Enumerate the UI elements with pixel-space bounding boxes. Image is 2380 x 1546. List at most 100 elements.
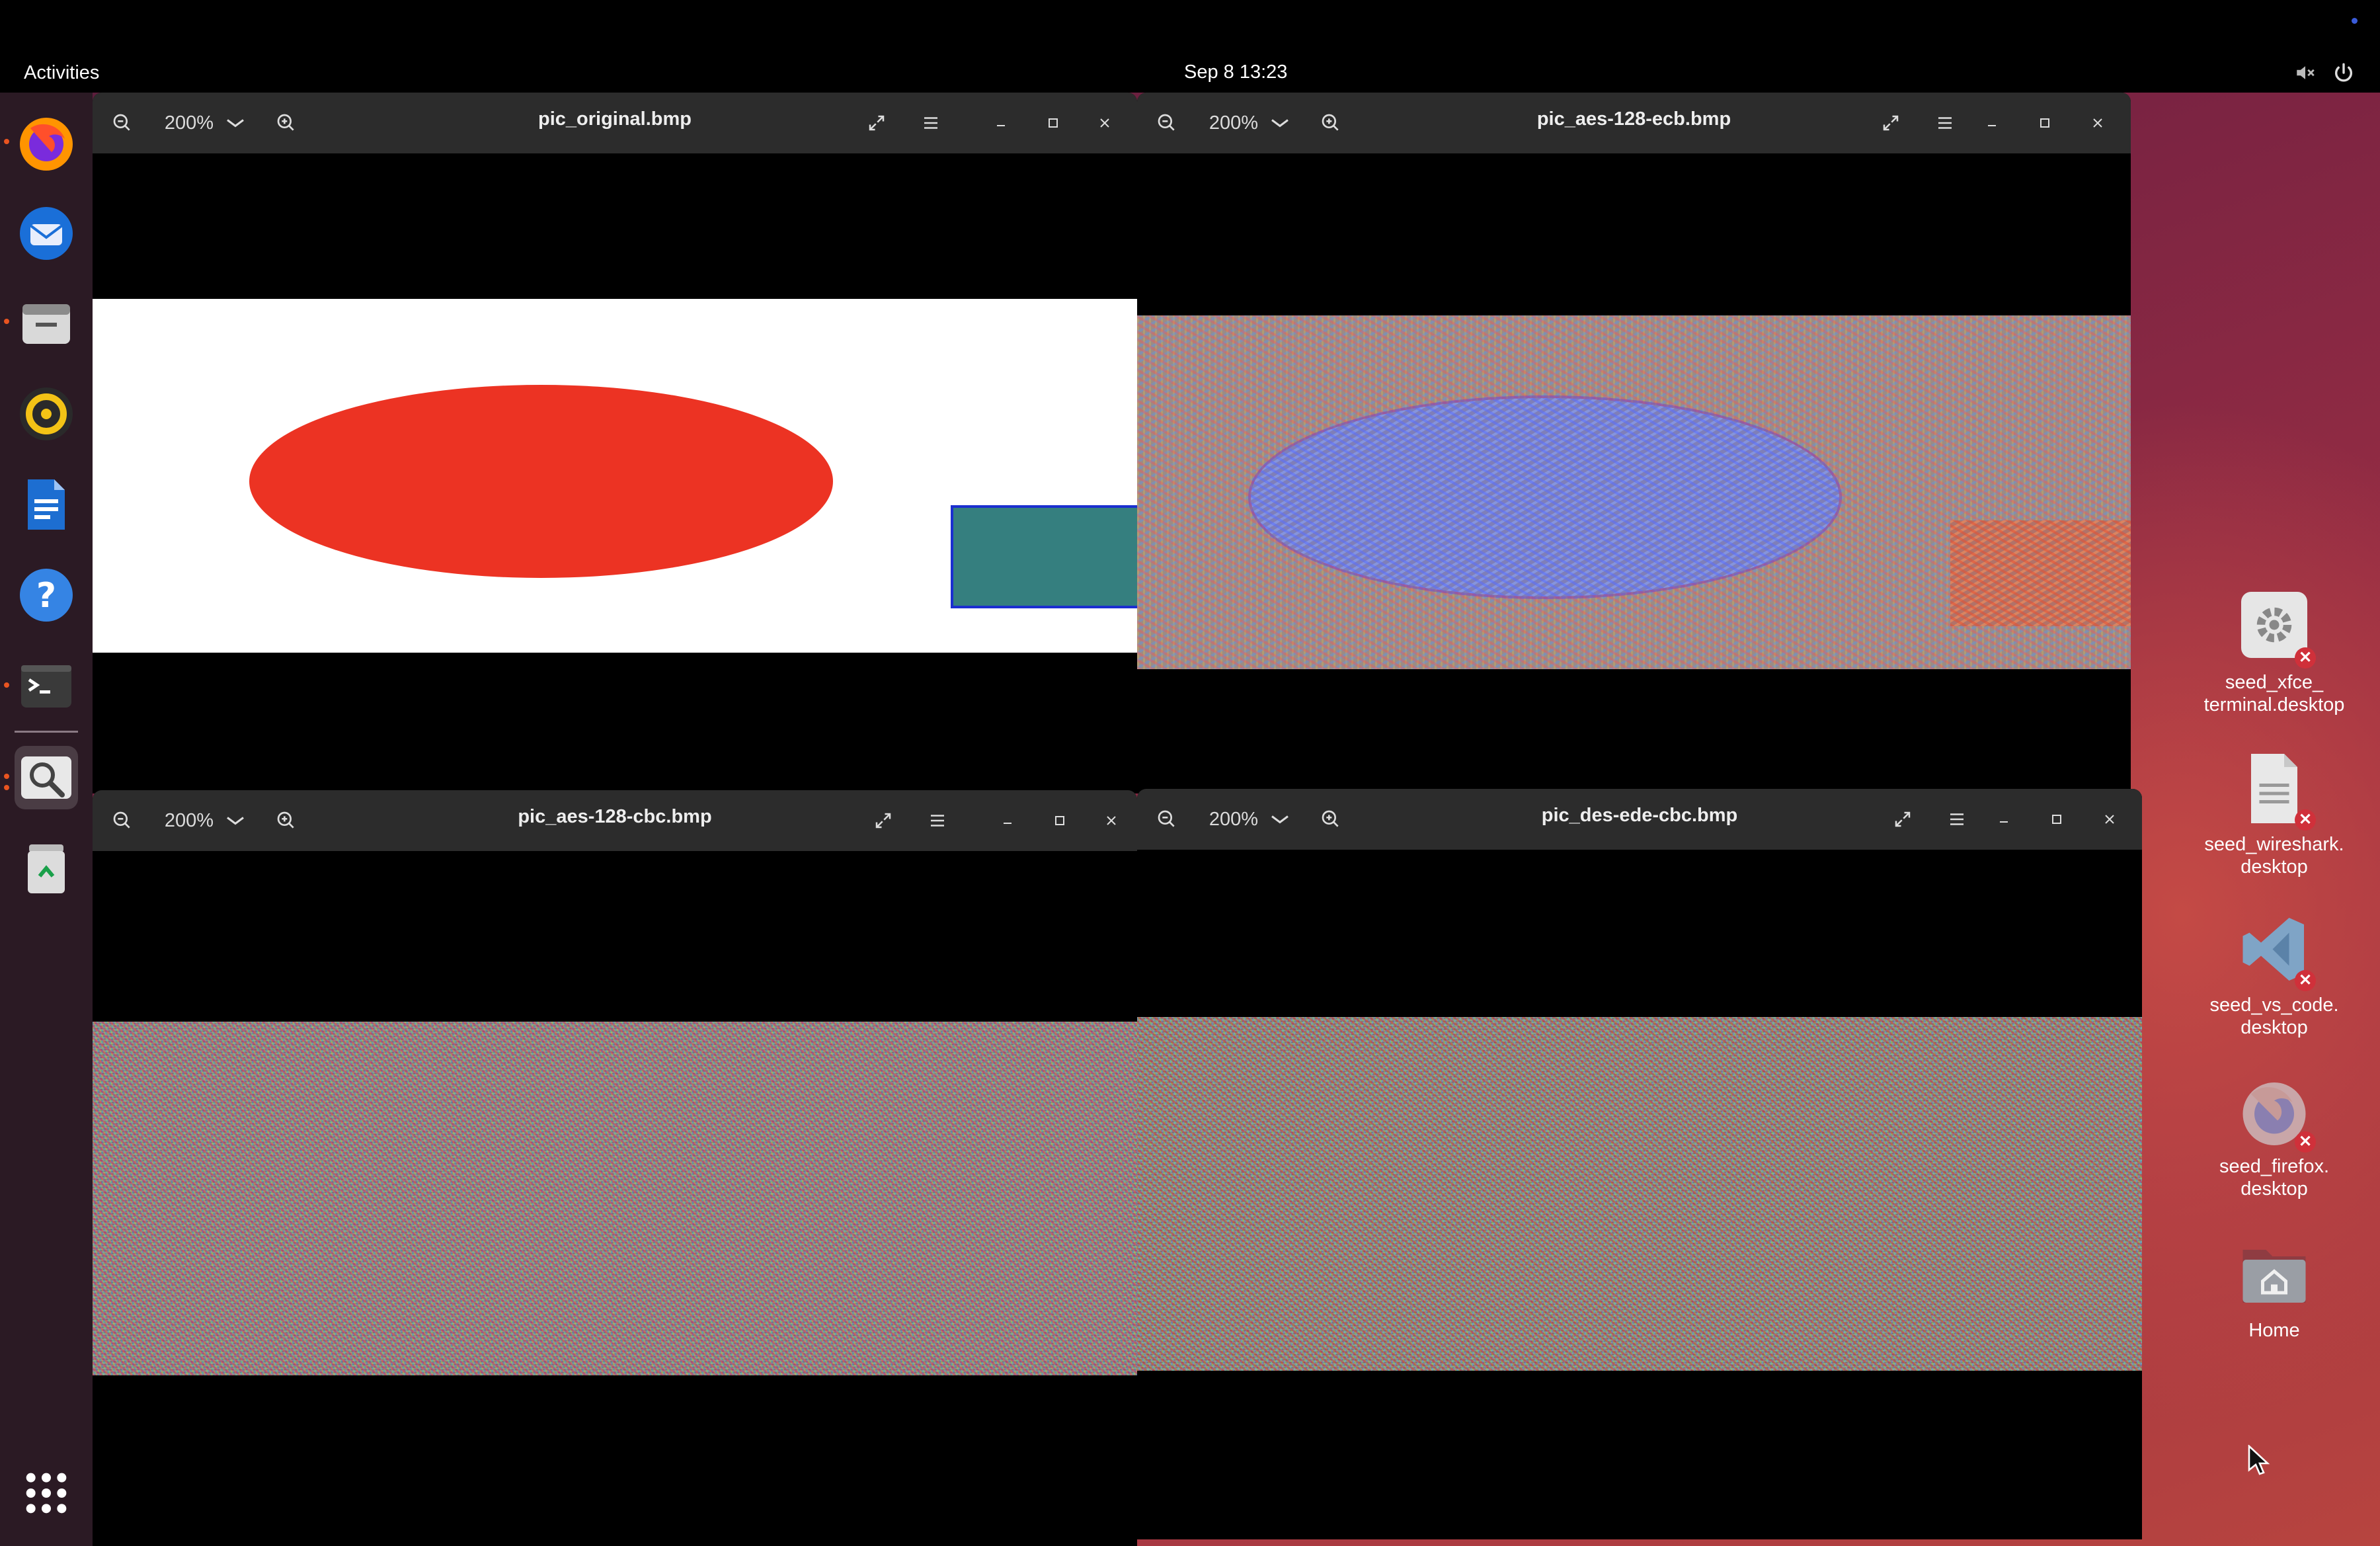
expand-icon [1883, 115, 1899, 131]
image-viewer-window-aes-cbc[interactable]: 200% pic_aes-128-cbc.bmp [93, 790, 1137, 1546]
close-button[interactable] [1093, 803, 1130, 838]
desktop-icon-firefox[interactable]: ✕ seed_firefox. desktop [2195, 1073, 2354, 1200]
mouse-pointer-icon [2248, 1444, 2270, 1479]
close-icon [1107, 816, 1116, 825]
image-canvas[interactable] [1137, 153, 2131, 793]
image-des-ede-cbc [1137, 1017, 2142, 1371]
image-canvas[interactable] [93, 851, 1137, 1546]
hamburger-menu-icon [931, 815, 944, 827]
main-menu-button[interactable] [1938, 802, 1975, 836]
maximize-button[interactable] [2038, 802, 2075, 836]
files-icon[interactable] [15, 291, 78, 354]
vscode-icon: ✕ [2238, 911, 2316, 991]
expand-icon [1895, 811, 1911, 827]
image-viewer-window-ecb[interactable]: 200% pic_aes-128-ecb.bmp [1137, 93, 2131, 793]
close-button[interactable] [2091, 802, 2128, 836]
headerbar: 200% pic_aes-128-ecb.bmp [1137, 93, 2131, 153]
desktop-icon-label: seed_firefox. [2219, 1156, 2330, 1177]
desktop-icon-label: desktop [2241, 1017, 2308, 1038]
desktop-icon-label: terminal.desktop [2203, 694, 2345, 715]
image-viewer-window-des-cbc[interactable]: 200% pic_des-ede-cbc.bmp [1137, 789, 2142, 1539]
desktop-icon-wireshark[interactable]: ✕ seed_wireshark. desktop [2195, 751, 2354, 878]
desktop-icon-label: desktop [2241, 1178, 2308, 1200]
hamburger-menu-icon [924, 117, 937, 129]
gear-icon: ✕ [2238, 589, 2316, 669]
image-aes-128-cbc [93, 1022, 1137, 1375]
clock[interactable]: Sep 8 13:23 [1184, 61, 1287, 83]
broken-link-badge: ✕ [2295, 970, 2316, 991]
desktop-icon-label: seed_vs_code. [2209, 995, 2339, 1016]
maximize-icon [2052, 815, 2061, 824]
minimize-icon [1004, 823, 1012, 824]
firefox-icon[interactable] [15, 112, 78, 176]
terminal-icon[interactable] [15, 655, 78, 718]
image-viewer-icon[interactable] [15, 746, 78, 809]
power-icon [2335, 63, 2352, 82]
running-indicator [4, 774, 9, 779]
firefox-icon: ✕ [2238, 1073, 2316, 1153]
home-folder-icon [2238, 1237, 2311, 1313]
trash-icon[interactable] [15, 836, 78, 900]
maximize-button[interactable] [2026, 106, 2063, 140]
top-letterbox [0, 0, 2380, 54]
writer-icon[interactable] [15, 473, 78, 536]
window-title: pic_aes-128-cbc.bmp [518, 806, 712, 827]
document-icon: ✕ [2238, 751, 2316, 831]
dock-separator [15, 731, 78, 733]
expand-icon [875, 813, 891, 829]
fullscreen-button[interactable] [865, 803, 902, 838]
minimize-button[interactable] [1985, 802, 2022, 836]
thunderbird-icon[interactable] [15, 202, 78, 265]
desktop-icon-xfce-terminal[interactable]: ✕ seed_xfce_ terminal.desktop [2195, 589, 2354, 716]
broken-link-badge: ✕ [2295, 809, 2316, 831]
maximize-button[interactable] [1041, 803, 1078, 838]
image-canvas[interactable] [1137, 850, 2142, 1539]
headerbar: 200% pic_des-ede-cbc.bmp [1137, 789, 2142, 850]
minimize-button[interactable] [982, 106, 1019, 140]
ecb-ellipse-pattern [1251, 398, 1839, 596]
hamburger-menu-icon [1950, 813, 1964, 825]
close-button[interactable] [1086, 106, 1123, 140]
desktop-icon-label: seed_wireshark. [2204, 834, 2344, 855]
close-button[interactable] [2079, 106, 2116, 140]
desktop-icon-home[interactable]: Home [2195, 1237, 2354, 1342]
dock: ? [0, 93, 93, 1546]
close-icon [2093, 118, 2102, 128]
fullscreen-button[interactable] [858, 106, 895, 140]
system-tray[interactable] [2294, 60, 2367, 86]
running-indicator [4, 319, 9, 324]
top-panel: Activities Sep 8 13:23 [0, 54, 2380, 93]
help-icon[interactable]: ? [15, 563, 78, 627]
maximize-icon [1049, 118, 1058, 128]
desktop-icon-vs-code[interactable]: ✕ seed_vs_code. desktop [2195, 911, 2354, 1039]
expand-icon [869, 115, 885, 131]
red-ellipse [249, 385, 833, 578]
desktop-icon-label: seed_xfce_ [2225, 672, 2324, 693]
image-aes-128-ecb [1137, 315, 2131, 669]
minimize-button[interactable] [989, 803, 1026, 838]
main-menu-button[interactable] [919, 803, 956, 838]
maximize-icon [2040, 118, 2049, 128]
activities-button[interactable]: Activities [24, 62, 99, 84]
running-indicator [4, 682, 9, 688]
minimize-icon [2000, 821, 2008, 823]
fullscreen-button[interactable] [1872, 106, 1909, 140]
desktop-icon-label: Home [2248, 1320, 2300, 1341]
show-apps-icon[interactable] [15, 1461, 78, 1525]
broken-link-badge: ✕ [2295, 1131, 2316, 1153]
minimize-button[interactable] [1973, 106, 2010, 140]
headerbar: 200% pic_original.bmp [93, 93, 1137, 153]
main-menu-button[interactable] [1926, 106, 1964, 140]
maximize-icon [1055, 816, 1064, 825]
fullscreen-button[interactable] [1884, 802, 1921, 836]
image-viewer-window-original[interactable]: 200% pic_original.bmp [93, 93, 1137, 793]
speaker-muted-icon [2297, 66, 2315, 79]
rhythmbox-icon[interactable] [15, 382, 78, 446]
main-menu-button[interactable] [912, 106, 949, 140]
image-canvas[interactable] [93, 153, 1137, 793]
close-icon [1100, 118, 1109, 128]
headerbar: 200% pic_aes-128-cbc.bmp [93, 790, 1137, 851]
maximize-button[interactable] [1035, 106, 1072, 140]
running-indicator [4, 139, 9, 144]
broken-link-badge: ✕ [2295, 647, 2316, 669]
